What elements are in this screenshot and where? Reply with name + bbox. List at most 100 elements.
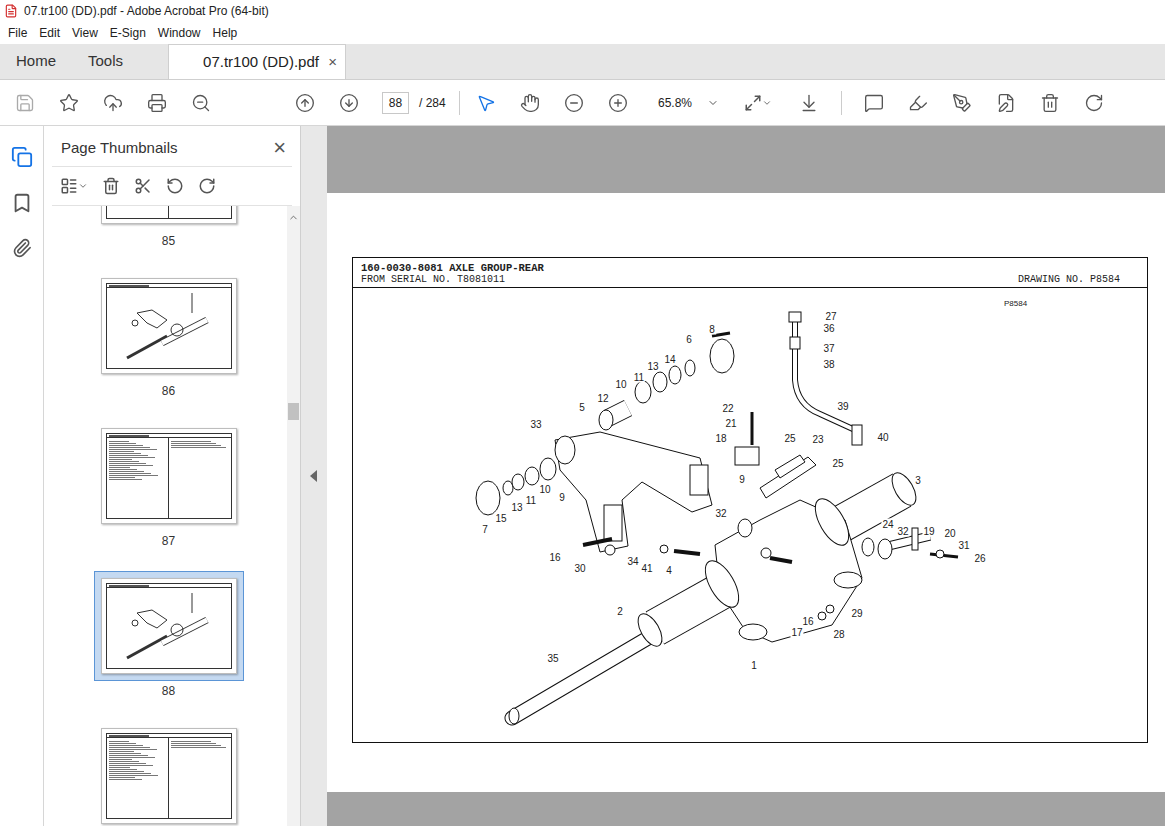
delete-button[interactable] [1028,83,1072,123]
attachment-icon[interactable] [12,238,32,258]
callout-label: 2 [616,606,624,617]
scrollbar[interactable] [287,206,300,826]
zoom-select[interactable]: 65.8% [644,90,729,116]
prev-page-button[interactable] [283,83,327,123]
thumbnail-item[interactable]: 88 [94,571,244,721]
scrollbar-thumb[interactable] [288,403,299,420]
thumbnail-item[interactable]: 85 [94,206,244,271]
callout-label: 33 [529,419,542,430]
serial-number: FROM SERIAL NO. T8081011 [361,274,544,285]
splitter[interactable] [300,126,327,826]
zoom-out-button[interactable] [179,83,223,123]
fit-page-icon [744,94,762,112]
callout-label: 9 [558,492,566,503]
split-icon[interactable] [134,177,152,195]
callout-label: 27 [824,311,837,322]
next-page-icon [339,93,359,113]
callout-label: 3 [914,475,922,486]
thumbnail-item[interactable] [94,721,244,826]
highlight-button[interactable] [896,83,940,123]
tab[interactable]: Home [0,44,72,79]
callout-label: 35 [546,653,559,664]
callout-label: 37 [822,343,835,354]
thumbnail-label: 85 [162,232,175,250]
hand-icon [520,93,540,113]
callout-label: 5 [578,402,586,413]
toolbar-separator [841,91,842,115]
drawing-ref: P8584 [1004,298,1027,310]
rotate-left-icon[interactable] [166,177,184,195]
page-input[interactable]: 88 [382,92,409,114]
zoom-plus-button[interactable] [596,83,640,123]
tab[interactable]: Tools [72,44,139,79]
comment-icon [864,93,884,113]
callout-label: 40 [876,432,889,443]
select-button[interactable] [464,83,508,123]
menu-item[interactable]: Help [207,24,244,42]
prev-page-icon [295,93,315,113]
print-button[interactable] [135,83,179,123]
options-icon[interactable] [60,177,78,195]
callout-label: 11 [633,372,645,383]
menu-item[interactable]: Edit [33,24,66,42]
delete-icon[interactable] [102,177,120,195]
scroll-mode-button[interactable] [787,83,831,123]
menu-item[interactable]: Window [152,24,207,42]
menu-item[interactable]: E-Sign [104,24,152,42]
callout-label: 11 [525,495,537,506]
tab[interactable]: 07.tr100 (DD).pdf× [168,44,346,79]
rotate-button[interactable] [1072,83,1116,123]
sign-button[interactable] [940,83,984,123]
star-icon [59,93,79,113]
callout-label: 17 [790,627,803,638]
hand-button[interactable] [508,83,552,123]
callout-label: 23 [811,434,824,445]
upload-button[interactable] [91,83,135,123]
callout-label: 21 [724,418,737,429]
drawing-header: 160-0030-8081 AXLE GROUP-REARFROM SERIAL… [353,258,1147,288]
thumbnail-label: 87 [162,532,175,550]
callout-label: 6 [685,334,693,345]
edit-button[interactable] [984,83,1028,123]
thumbnail-item[interactable]: 86 [94,271,244,421]
comment-button[interactable] [852,83,896,123]
star-button[interactable] [47,83,91,123]
panel-header: Page Thumbnails× [44,126,300,166]
scroll-up-icon[interactable] [288,212,299,223]
callout-label: 16 [801,616,814,627]
menu-item[interactable]: View [66,24,104,42]
rotate-icon [1084,93,1104,113]
thumbnail-image [101,728,237,824]
thumbnails-panel: Page Thumbnails× 85 86 87 88 [44,126,300,826]
drawing-frame: 160-0030-8081 AXLE GROUP-REARFROM SERIAL… [352,257,1148,743]
thumbnail-image [101,428,237,524]
rotate-right-icon[interactable] [198,177,216,195]
callout-label: 32 [714,508,727,519]
callout-label: 25 [831,458,844,469]
thumbnail-label: 88 [162,682,175,700]
collapse-icon[interactable] [310,470,318,482]
callout-label: 39 [836,401,849,412]
pdf-page: 160-0030-8081 AXLE GROUP-REARFROM SERIAL… [327,193,1165,792]
callout-label: 7 [481,524,489,535]
callout-label: 30 [573,563,586,574]
scroll-mode-icon [799,93,819,113]
callout-label: 34 [626,556,639,567]
callout-label: 38 [822,359,835,370]
callout-label: 25 [783,433,796,444]
chevron-down-icon [78,181,88,191]
save-button[interactable] [3,83,47,123]
callout-label: 10 [538,484,551,495]
menu-item[interactable]: File [2,24,33,42]
pdf-icon [4,4,18,18]
tab-close-button[interactable]: × [328,51,337,74]
panel-close-button[interactable]: × [273,137,286,159]
callout-label: 31 [957,540,970,551]
fit-button[interactable] [737,83,779,123]
window-title: 07.tr100 (DD).pdf - Adobe Acrobat Pro (6… [24,2,269,20]
zoom-minus-button[interactable] [552,83,596,123]
thumbnail-item[interactable]: 87 [94,421,244,571]
thumbnails-icon[interactable] [11,146,33,168]
bookmark-icon[interactable] [11,192,33,214]
next-page-button[interactable] [327,83,371,123]
